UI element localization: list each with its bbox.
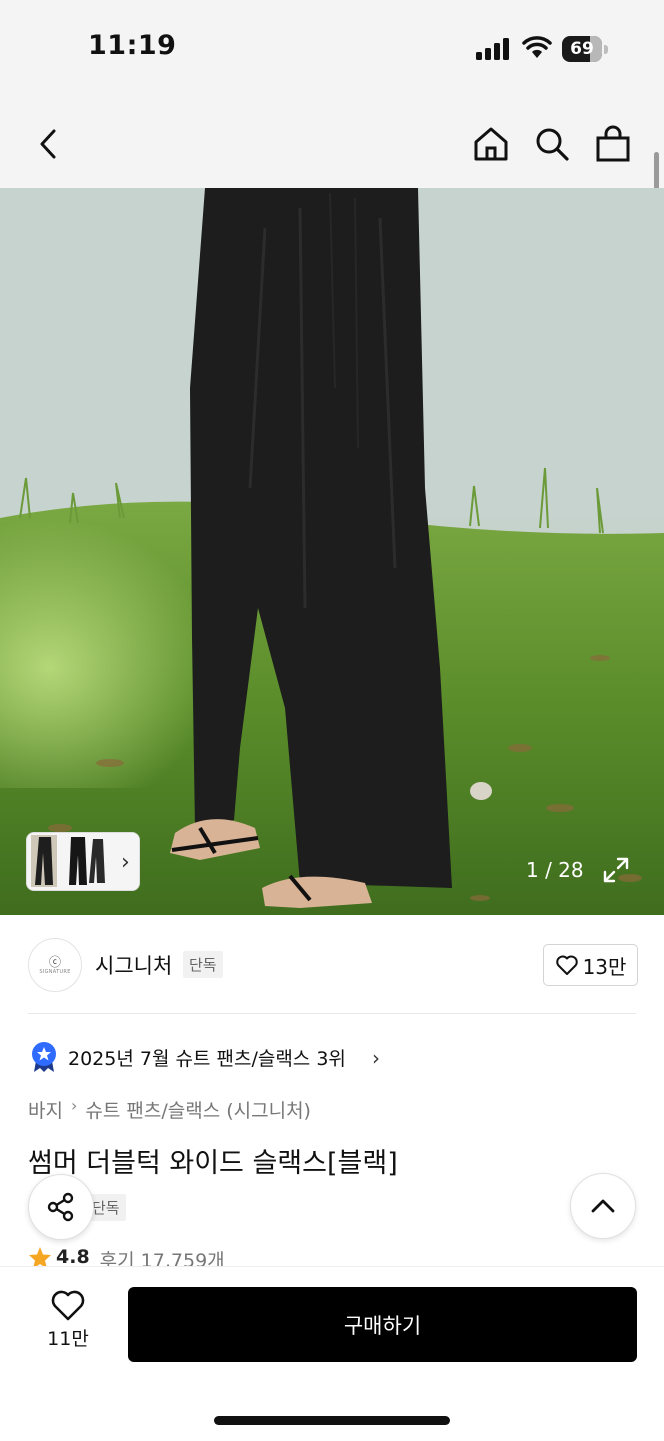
cellular-signal-icon [476,38,509,60]
breadcrumb-separator: › [70,1096,78,1115]
breadcrumb-subcategory[interactable]: 슈트 팬츠/슬랙스 (시그니처) [85,1096,311,1123]
battery-level: 69 [570,39,594,59]
top-nav-bar [0,100,664,188]
cart-button[interactable] [593,124,633,164]
chevron-up-icon [591,1199,615,1213]
rating-row[interactable]: 4.8 후기 17,759개 [28,1246,225,1268]
chevron-left-icon [40,129,56,159]
brand-name[interactable]: 시그니처 [95,950,172,980]
search-icon [536,128,569,161]
scroll-to-top-button[interactable] [570,1173,636,1239]
home-button[interactable] [471,124,511,164]
wifi-icon [522,36,552,58]
product-image-gallery[interactable] [0,188,664,915]
brand-like-count: 13만 [582,954,627,979]
brand-logo-text: SIGNATURE [39,969,71,975]
buy-button[interactable]: 구매하기 [128,1287,637,1362]
chevron-right-icon: › [372,1046,380,1070]
product-title: 썸머 더블턱 와이드 슬랙스[블랙] [28,1148,398,1179]
home-icon [474,127,508,161]
review-count[interactable]: 후기 17,759개 [100,1246,225,1268]
expand-icon[interactable] [602,856,630,884]
brand-like-button[interactable]: 13만 [543,944,638,986]
heart-icon [555,955,578,975]
brand-logo[interactable]: ⓒ SIGNATURE [28,938,82,992]
breadcrumb-category[interactable]: 바지 [28,1096,63,1123]
heart-icon [51,1290,85,1321]
share-icon [47,1192,74,1222]
thumbnail-arrow: › [121,850,130,875]
search-button[interactable] [532,124,572,164]
status-time: 11:19 [88,30,177,61]
star-icon [29,1247,51,1268]
ranking-link[interactable]: 2025년 7월 슈트 팬츠/슬랙스 3위 [68,1044,346,1071]
wishlist-count: 11만 [47,1328,89,1350]
rating-score: 4.8 [56,1246,90,1268]
back-button[interactable] [28,124,68,164]
home-indicator [214,1416,450,1425]
product-photo [0,188,664,915]
battery-icon: 69 [562,36,608,62]
divider [28,1013,636,1014]
shopping-bag-icon [596,125,630,162]
wishlist-button[interactable]: 11만 [38,1290,98,1358]
brand-logo-mark: ⓒ [48,955,61,969]
share-button[interactable] [28,1174,94,1240]
thumbnail-image: › [27,833,139,890]
thumbnail-strip-button[interactable]: › [26,832,140,891]
ranking-badge-icon [32,1042,56,1072]
image-counter: 1 / 28 [526,858,584,882]
breadcrumb: 바지 › 슈트 팬츠/슬랙스 (시그니처) [28,1096,311,1123]
brand-exclusive-badge: 단독 [183,951,223,978]
